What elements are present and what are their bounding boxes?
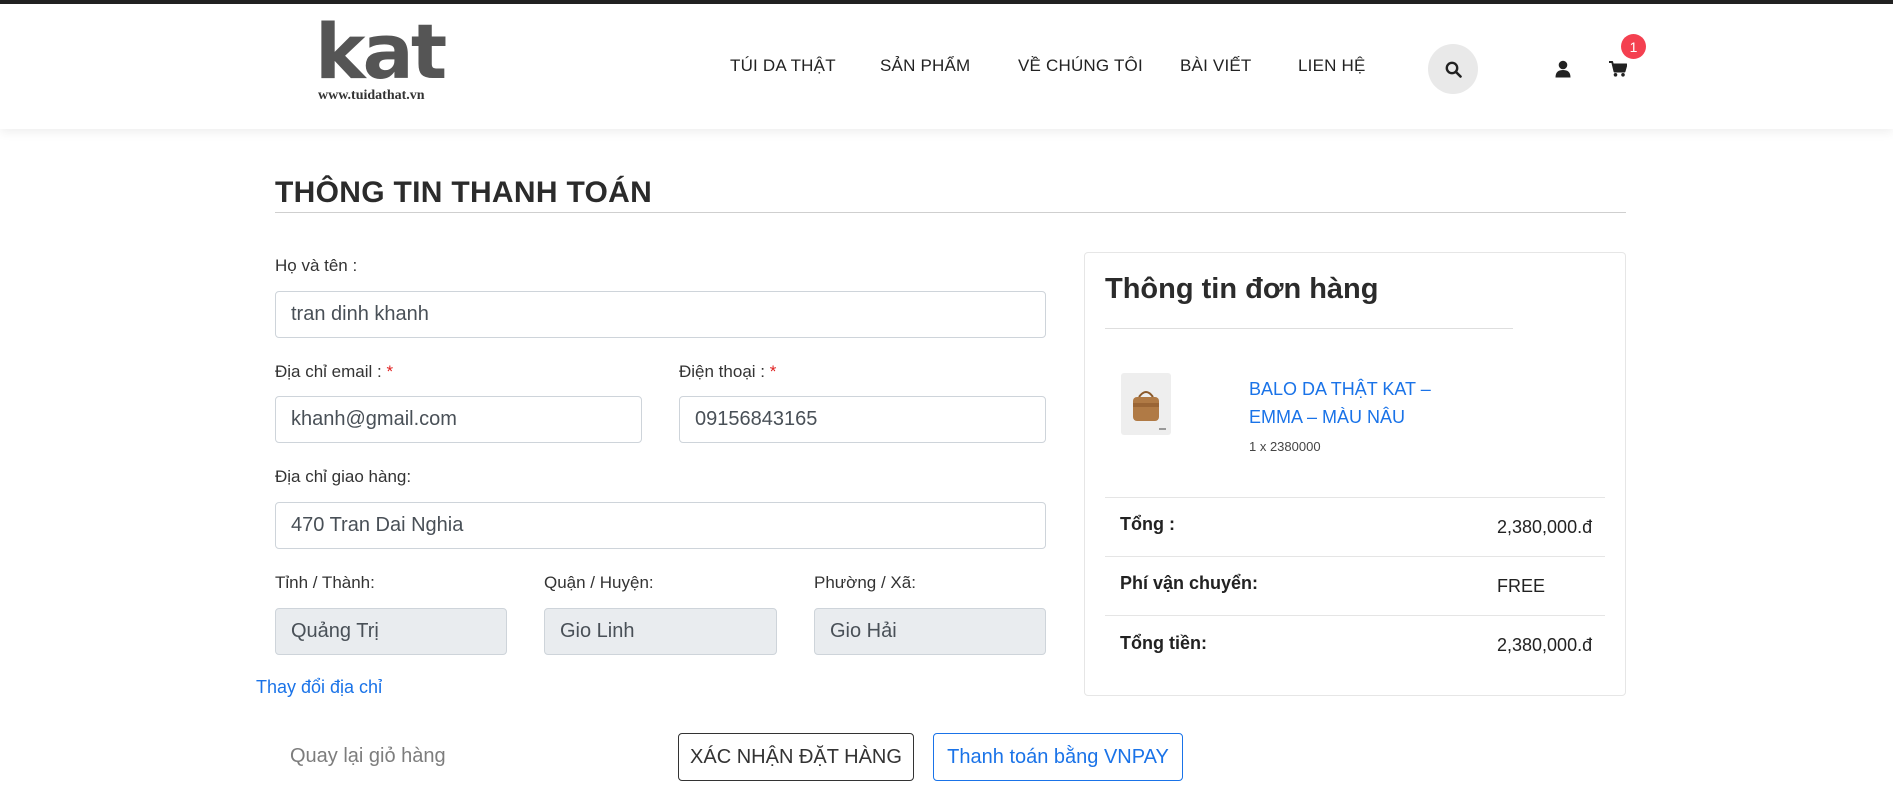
site-header: kat www.tuidathat.vn TÚI DA THẬT SẢN PHẨ…: [0, 4, 1893, 129]
logo[interactable]: kat www.tuidathat.vn: [315, 14, 447, 108]
back-to-cart-link[interactable]: Quay lại giỏ hàng: [290, 745, 446, 768]
subtotal-value: 2,380,000.đ: [1497, 517, 1593, 537]
total-label: Tổng tiền:: [1120, 633, 1207, 653]
nav-item-bai-viet[interactable]: BÀI VIẾT: [1180, 56, 1252, 76]
confirm-order-button[interactable]: XÁC NHẬN ĐẶT HÀNG: [678, 733, 914, 781]
title-divider: [275, 212, 1626, 213]
email-field[interactable]: [275, 396, 642, 443]
district-field: [544, 608, 777, 655]
name-label: Họ và tên :: [275, 256, 358, 275]
row-divider: [1105, 615, 1605, 616]
logo-url: www.tuidathat.vn: [318, 88, 425, 103]
phone-field[interactable]: [679, 396, 1046, 443]
user-icon[interactable]: [1555, 60, 1571, 78]
address-label: Địa chỉ giao hàng:: [275, 467, 412, 486]
required-mark: *: [769, 362, 777, 381]
change-address-link[interactable]: Thay đổi địa chỉ: [256, 677, 382, 698]
order-summary-panel: Thông tin đơn hàng BALO DA THẬT KAT – EM…: [1084, 252, 1626, 696]
product-thumbnail[interactable]: [1121, 373, 1171, 435]
page-title: THÔNG TIN THANH TOÁN: [275, 176, 653, 209]
name-field[interactable]: [275, 291, 1046, 338]
product-quantity: 1 x 2380000: [1249, 439, 1321, 454]
shipping-value: FREE: [1497, 576, 1546, 596]
phone-label-text: Điện thoại :: [679, 362, 765, 381]
province-label: Tỉnh / Thành:: [275, 573, 375, 592]
address-field[interactable]: [275, 502, 1046, 549]
row-divider: [1105, 556, 1605, 557]
search-button[interactable]: [1428, 44, 1478, 94]
cart-icon[interactable]: [1609, 61, 1627, 77]
nav-item-ve-chung-toi[interactable]: VỀ CHÚNG TÔI: [1018, 56, 1143, 76]
phone-label: Điện thoại : *: [679, 362, 776, 382]
email-label-text: Địa chỉ email :: [275, 362, 382, 381]
email-label: Địa chỉ email : *: [275, 362, 393, 382]
order-summary-title: Thông tin đơn hàng: [1105, 273, 1379, 305]
row-divider: [1105, 497, 1605, 498]
cart-count-badge: 1: [1621, 34, 1646, 59]
nav-item-san-pham[interactable]: SẢN PHẨM: [880, 56, 970, 76]
ward-label: Phường / Xã:: [814, 573, 916, 592]
subtotal-label: Tổng :: [1120, 514, 1175, 534]
vnpay-payment-button[interactable]: Thanh toán bằng VNPAY: [933, 733, 1183, 781]
order-title-divider: [1105, 328, 1513, 329]
nav-item-lien-he[interactable]: LIEN HỆ: [1298, 56, 1366, 76]
required-mark: *: [386, 362, 394, 381]
backpack-image: [1133, 391, 1166, 430]
ward-field: [814, 608, 1046, 655]
district-label: Quận / Huyện:: [544, 573, 654, 592]
province-field: [275, 608, 507, 655]
search-icon: [1445, 61, 1462, 78]
logo-text: kat: [315, 7, 447, 96]
shipping-label: Phí vận chuyển:: [1120, 573, 1259, 593]
product-name-link[interactable]: BALO DA THẬT KAT – EMMA – MÀU NÂU: [1249, 375, 1449, 431]
total-value: 2,380,000.đ: [1497, 635, 1593, 655]
nav-item-tui-da-that[interactable]: TÚI DA THẬT: [730, 56, 836, 76]
